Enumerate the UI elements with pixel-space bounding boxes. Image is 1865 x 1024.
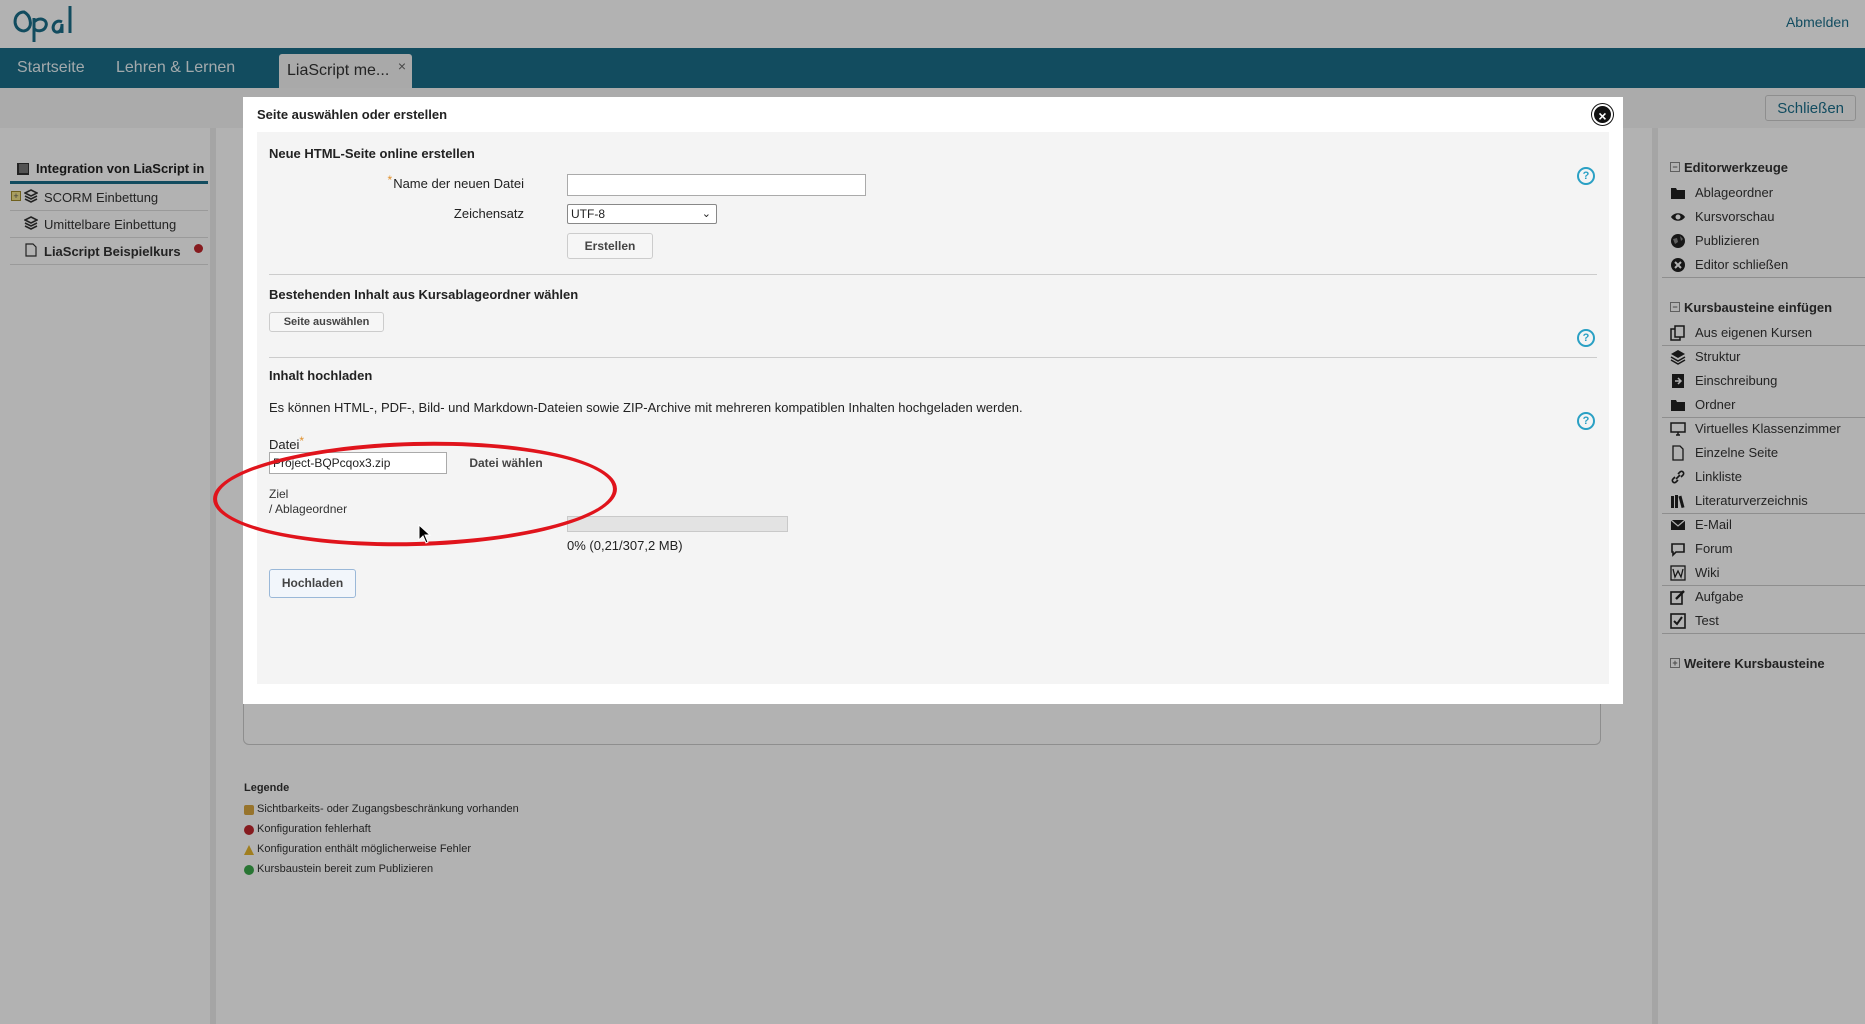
create-button[interactable]: Erstellen <box>567 233 653 259</box>
help-icon[interactable]: ? <box>1577 412 1595 430</box>
new-page-section-title: Neue HTML-Seite online erstellen <box>269 146 475 161</box>
help-icon[interactable]: ? <box>1577 329 1595 347</box>
filename-label-text: Name der neuen Datei <box>393 176 524 191</box>
upload-button[interactable]: Hochladen <box>269 569 356 598</box>
dialog-title: Seite auswählen oder erstellen <box>257 107 448 122</box>
charset-value: UTF-8 <box>571 207 605 221</box>
charset-label: Zeichensatz <box>453 206 524 221</box>
upload-section-title: Inhalt hochladen <box>269 368 373 383</box>
divider <box>269 274 1597 275</box>
file-label: Datei* <box>269 434 305 452</box>
filename-input[interactable] <box>567 174 866 196</box>
divider <box>269 357 1597 358</box>
help-icon[interactable]: ? <box>1577 167 1595 185</box>
existing-content-section-title: Bestehenden Inhalt aus Kursablageordner … <box>269 287 579 302</box>
required-marker: * <box>387 173 393 187</box>
charset-select[interactable]: UTF-8 ⌄ <box>567 204 717 224</box>
filename-label: *Name der neuen Datei <box>357 173 524 191</box>
file-label-text: Datei <box>269 437 300 452</box>
chevron-down-icon: ⌄ <box>701 208 711 220</box>
upload-progress-bar <box>567 516 788 532</box>
select-page-dialog: Seite auswählen oder erstellen × Neue HT… <box>243 97 1623 704</box>
dialog-close-icon[interactable]: × <box>1592 104 1613 125</box>
required-marker: * <box>299 434 305 448</box>
select-page-button[interactable]: Seite auswählen <box>269 312 384 332</box>
upload-progress-text: 0% (0,21/307,2 MB) <box>567 538 683 553</box>
dialog-body: Neue HTML-Seite online erstellen ? *Name… <box>257 132 1609 684</box>
mouse-cursor-icon <box>418 524 432 544</box>
upload-description: Es können HTML-, PDF-, Bild- und Markdow… <box>269 400 1023 415</box>
